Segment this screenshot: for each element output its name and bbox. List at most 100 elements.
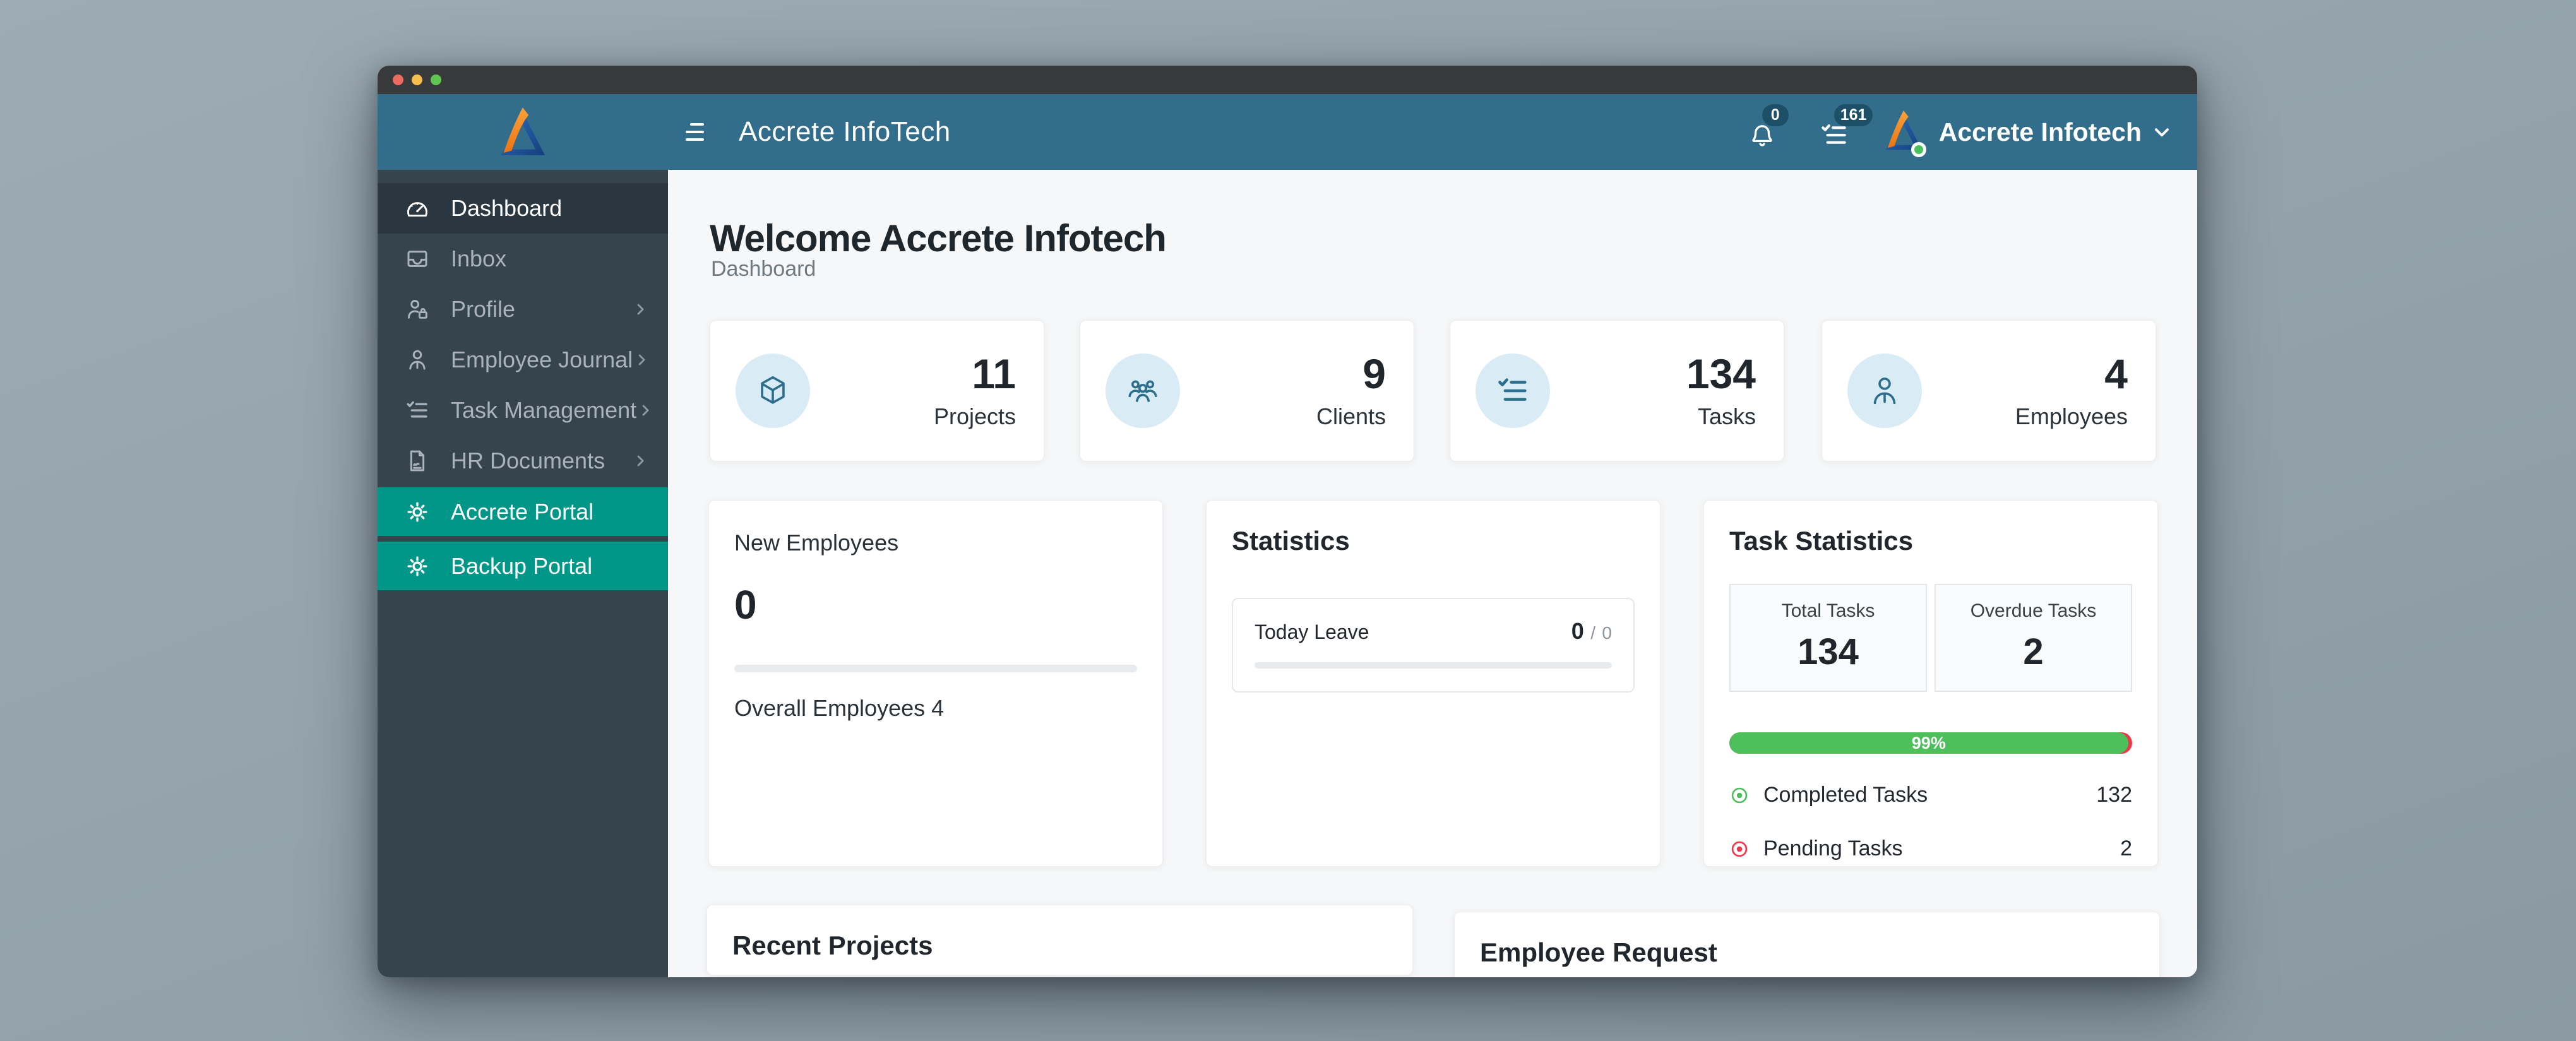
- statistics-card: Statistics Today Leave 0 / 0: [1206, 500, 1661, 867]
- gear-icon: [407, 556, 427, 576]
- sidebar-item-backup-portal[interactable]: Backup Portal: [378, 542, 668, 590]
- clients-group-icon: [1128, 380, 1157, 402]
- stat-label: Tasks: [1697, 403, 1756, 429]
- today-leave-separator: /: [1590, 623, 1595, 643]
- task-progress-track: 99%: [1729, 732, 2132, 754]
- pending-tasks-row: Pending Tasks 2: [1729, 836, 2132, 861]
- user-menu-name[interactable]: Accrete Infotech: [1939, 117, 2142, 147]
- target-dot-icon: [1731, 841, 1748, 857]
- tasks-count-badge: 161: [1834, 104, 1873, 126]
- person-icon: [1873, 378, 1896, 405]
- app-title: Accrete InfoTech: [739, 116, 951, 147]
- today-leave-box: Today Leave 0 / 0: [1232, 598, 1635, 693]
- sidebar-item-dashboard[interactable]: Dashboard: [378, 183, 668, 234]
- new-employees-progress-track: [734, 665, 1137, 672]
- overall-employees-text: Overall Employees 4: [734, 695, 945, 721]
- app-navbar: Accrete InfoTech 0 161 Accrete Infotech: [378, 94, 2197, 170]
- recent-projects-card: Recent Projects: [707, 905, 1413, 975]
- completed-tasks-value: 132: [2096, 783, 2132, 807]
- new-employees-title: New Employees: [734, 530, 899, 556]
- app-window: Accrete InfoTech 0 161 Accrete Infotech …: [378, 66, 2197, 977]
- stat-value: 4: [2104, 350, 2128, 397]
- task-statistics-title: Task Statistics: [1729, 526, 1914, 556]
- user-lock-icon: [408, 300, 427, 319]
- total-tasks-value: 134: [1798, 631, 1859, 672]
- chevron-right-icon: [638, 354, 645, 366]
- cube-icon: [761, 376, 785, 404]
- chevron-right-icon: [637, 304, 644, 315]
- close-window-button[interactable]: [393, 74, 403, 85]
- completed-tasks-label: Completed Tasks: [1763, 783, 1928, 807]
- task-list-icon: [1498, 378, 1527, 401]
- sidebar-item-label: Task Management: [451, 397, 637, 423]
- task-list-icon: [407, 401, 427, 418]
- gear-icon: [407, 502, 427, 521]
- new-employees-card: New Employees 0 Overall Employees 4: [708, 500, 1163, 867]
- total-tasks-box: Total Tasks 134: [1729, 584, 1927, 692]
- zoom-window-button[interactable]: [431, 74, 441, 85]
- sidebar-item-employee-journal[interactable]: Employee Journal: [378, 335, 668, 385]
- task-progress-label: 99%: [1911, 733, 1946, 752]
- sidebar-item-label: Dashboard: [451, 195, 563, 221]
- stat-label: Projects: [933, 403, 1016, 429]
- accrete-logo-icon: [501, 107, 545, 155]
- document-icon: [410, 450, 425, 472]
- online-status-dot: [1911, 142, 1926, 157]
- employee-request-card: Employee Request: [1454, 912, 2160, 977]
- target-dot-icon: [1731, 787, 1748, 803]
- minimize-window-button[interactable]: [412, 74, 422, 85]
- sidebar-item-label: Accrete Portal: [451, 498, 594, 525]
- today-leave-label: Today Leave: [1255, 621, 1369, 643]
- chevron-right-icon: [637, 455, 644, 467]
- stat-card-projects[interactable]: 11 Projects: [710, 320, 1044, 461]
- stat-label: Clients: [1316, 403, 1386, 429]
- sidebar-item-label: Profile: [451, 296, 516, 322]
- today-leave-total: 0: [1602, 623, 1612, 643]
- notifications-count-badge: 0: [1762, 104, 1789, 126]
- desktop-background: Accrete InfoTech 0 161 Accrete Infotech …: [0, 0, 2576, 1041]
- sidebar-toggle-button[interactable]: [678, 115, 712, 149]
- brand-logo-zone[interactable]: [378, 94, 668, 170]
- sidebar-nav: Dashboard Inbox Profile Employee Journal…: [378, 170, 668, 977]
- stat-label: Employees: [2015, 403, 2128, 429]
- pending-tasks-label: Pending Tasks: [1763, 836, 1903, 860]
- pending-tasks-value: 2: [2120, 836, 2132, 860]
- tasks-button[interactable]: 161: [1816, 104, 1873, 151]
- overdue-tasks-value: 2: [2023, 631, 2044, 672]
- chevron-right-icon: [642, 405, 649, 416]
- completed-tasks-row: Completed Tasks 132: [1729, 783, 2132, 807]
- inbox-icon: [407, 251, 427, 267]
- user-avatar[interactable]: [1880, 108, 1928, 157]
- statistics-title: Statistics: [1232, 526, 1350, 556]
- recent-projects-title: Recent Projects: [732, 931, 933, 960]
- employee-request-title: Employee Request: [1480, 937, 1717, 967]
- sidebar-item-accrete-portal[interactable]: Accrete Portal: [378, 487, 668, 536]
- stat-icon-circle: [1847, 354, 1922, 428]
- sidebar-item-label: Backup Portal: [451, 552, 593, 579]
- stat-icon-circle: [736, 354, 810, 428]
- chevron-down-icon[interactable]: [2150, 121, 2173, 143]
- window-titlebar[interactable]: [378, 66, 2197, 94]
- total-tasks-label: Total Tasks: [1781, 600, 1875, 621]
- stat-card-clients[interactable]: 9 Clients: [1080, 320, 1414, 461]
- hamburger-icon: [686, 123, 704, 141]
- today-leave-progress-track: [1255, 662, 1612, 669]
- breadcrumb: Dashboard: [711, 257, 816, 281]
- new-employees-value: 0: [734, 582, 757, 628]
- person-icon: [409, 350, 426, 370]
- sidebar-item-label: Inbox: [451, 246, 507, 271]
- sidebar-item-profile[interactable]: Profile: [378, 284, 668, 335]
- navbar-actions: 0 161 Accrete Infotech: [1744, 104, 2173, 157]
- sidebar-item-hr-documents[interactable]: HR Documents: [378, 436, 668, 486]
- notifications-button[interactable]: 0: [1744, 104, 1789, 151]
- stat-card-tasks[interactable]: 134 Tasks: [1450, 320, 1784, 461]
- sidebar-item-inbox[interactable]: Inbox: [378, 234, 668, 284]
- sidebar-item-task-management[interactable]: Task Management: [378, 385, 668, 436]
- sidebar-item-label: Employee Journal: [451, 347, 633, 372]
- stat-icon-circle: [1476, 354, 1550, 428]
- task-progress-fill: 99%: [1729, 732, 2128, 754]
- stat-card-employees[interactable]: 4 Employees: [1822, 320, 2156, 461]
- overdue-tasks-box: Overdue Tasks 2: [1935, 584, 2132, 692]
- page-title: Welcome Accrete Infotech: [710, 217, 1167, 259]
- stat-icon-circle: [1106, 354, 1180, 428]
